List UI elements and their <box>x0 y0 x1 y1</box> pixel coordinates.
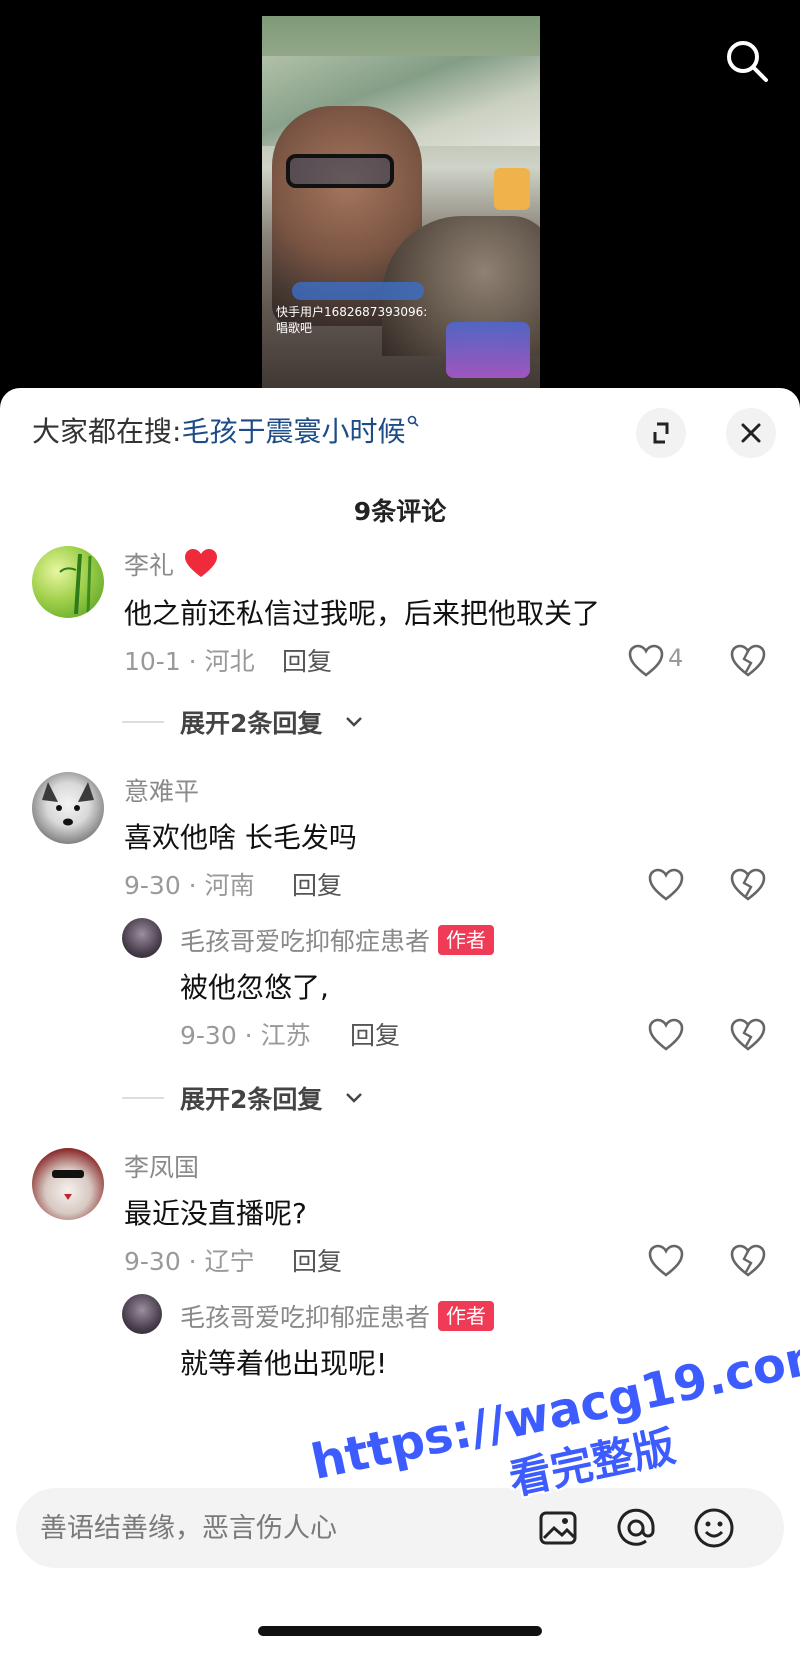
author-tag: 作者 <box>438 1301 495 1331</box>
search-suggestion[interactable]: 大家都在搜:毛孩于震寰小时候 <box>32 410 420 450</box>
reply-text: 就等着他出现呢! <box>180 1347 388 1380</box>
reply-text: 被他忽悠了, <box>180 971 329 1004</box>
comment-date-location: 9-30 · 河南 <box>124 871 255 900</box>
live-badge <box>446 322 530 378</box>
comment-text: 最近没直播呢? <box>124 1197 307 1230</box>
like-count: 4 <box>668 644 684 672</box>
video-thumbnail[interactable]: 快手用户1682687393096: 唱歌吧 <box>262 16 540 394</box>
comment-input-bar <box>16 1488 784 1568</box>
child-photo-icon <box>52 1170 84 1200</box>
reply-button[interactable]: 回复 <box>292 866 342 902</box>
comment-input[interactable] <box>40 1504 510 1552</box>
dislike-icon[interactable] <box>730 1244 766 1278</box>
mention-icon[interactable] <box>614 1506 658 1550</box>
search-small-icon <box>408 415 420 427</box>
expand-replies-button[interactable]: 展开2条回复 <box>122 1078 622 1118</box>
comment-text: 喜欢他啥 长毛发吗 <box>124 821 357 854</box>
avatar[interactable] <box>32 1148 104 1220</box>
username-text: 李礼 <box>124 551 175 580</box>
chevron-down-icon <box>346 1093 362 1103</box>
chevron-down-icon <box>346 717 362 727</box>
expand-replies-label: 展开2条回复 <box>180 709 323 738</box>
live-comment: 快手用户1682687393096: 唱歌吧 <box>276 304 427 336</box>
reply-button[interactable]: 回复 <box>350 1016 400 1052</box>
comment-text: 他之前还私信过我呢，后来把他取关了 <box>124 597 601 630</box>
reply-button[interactable]: 回复 <box>292 1242 342 1278</box>
comment-date-location: 9-30 · 辽宁 <box>124 1247 255 1276</box>
search-suggestion-prefix: 大家都在搜: <box>32 415 182 448</box>
dislike-icon[interactable] <box>730 644 766 678</box>
live-comment-text: 唱歌吧 <box>276 321 313 335</box>
search-icon[interactable] <box>724 38 770 84</box>
like-icon[interactable] <box>648 1018 684 1052</box>
comment-username[interactable]: 李凤国 <box>124 1148 199 1184</box>
comments-count-title: 9条评论 <box>353 497 447 526</box>
comment-username[interactable]: 李礼 <box>124 546 218 582</box>
image-icon[interactable] <box>536 1506 580 1550</box>
expand-replies-label: 展开2条回复 <box>180 1085 323 1114</box>
husky-icon <box>42 782 94 826</box>
expand-button[interactable] <box>636 408 686 458</box>
live-comment-user: 快手用户1682687393096: <box>276 305 428 319</box>
author-tag: 作者 <box>438 925 495 955</box>
divider <box>122 721 164 723</box>
reply-date-location: 9-30 · 江苏 <box>180 1021 311 1050</box>
reply-username-text: 毛孩哥爱吃抑郁症患者 <box>180 1303 431 1332</box>
gift-box-icon <box>494 168 530 210</box>
bamboo-icon <box>59 553 92 615</box>
join-chip <box>292 282 424 300</box>
reply-avatar[interactable] <box>122 918 162 958</box>
emoji-icon[interactable] <box>692 1506 736 1550</box>
comment-date-location: 10-1 · 河北 <box>124 647 255 676</box>
home-indicator[interactable] <box>258 1626 542 1636</box>
like-icon[interactable] <box>648 1244 684 1278</box>
divider <box>122 1097 164 1099</box>
close-icon <box>741 423 761 443</box>
video-area: 快手用户1682687393096: 唱歌吧 <box>0 0 800 400</box>
expand-replies-button[interactable]: 展开2条回复 <box>122 702 622 742</box>
close-button[interactable] <box>726 408 776 458</box>
reply-avatar[interactable] <box>122 1294 162 1334</box>
like-icon[interactable] <box>628 644 664 678</box>
reply-username[interactable]: 毛孩哥爱吃抑郁症患者 作者 <box>180 922 495 958</box>
reply-button[interactable]: 回复 <box>282 642 332 678</box>
comments-sheet: 大家都在搜:毛孩于震寰小时候 9条评论 李礼 他之前还私信过我呢，后来把他取关了… <box>0 388 800 1654</box>
avatar[interactable] <box>32 546 104 618</box>
dislike-icon[interactable] <box>730 868 766 902</box>
like-icon[interactable] <box>648 868 684 902</box>
avatar[interactable] <box>32 772 104 844</box>
expand-icon <box>653 422 669 444</box>
comment-username[interactable]: 意难平 <box>124 772 199 808</box>
reply-username-text: 毛孩哥爱吃抑郁症患者 <box>180 927 431 956</box>
search-suggestion-keyword[interactable]: 毛孩于震寰小时候 <box>181 415 405 448</box>
reply-username[interactable]: 毛孩哥爱吃抑郁症患者 作者 <box>180 1298 495 1334</box>
heart-emoji-icon <box>184 549 217 577</box>
glasses <box>286 154 394 188</box>
dislike-icon[interactable] <box>730 1018 766 1052</box>
